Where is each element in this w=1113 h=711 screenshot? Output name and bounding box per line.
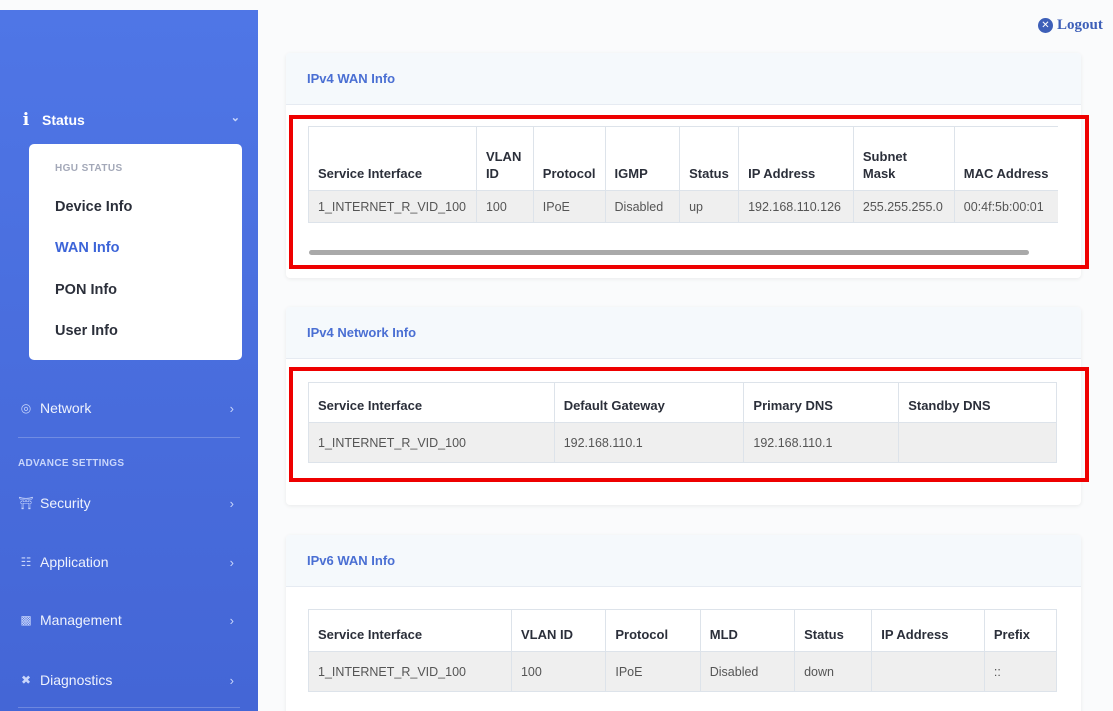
table-cell: 255.255.255.0 [852,190,955,223]
table-cell: 1_INTERNET_R_VID_100 [308,422,555,463]
table-cell: Disabled [699,651,796,692]
col-header: Protocol [532,126,606,191]
sidebar-item-management[interactable]: ▩ Management › [18,608,240,632]
table-cell: 00:4f:5b:00:01 [953,190,1058,223]
table-cell: down [794,651,873,692]
col-header: Status [679,126,740,191]
ipv6-wan-table-wrap: Service Interface VLAN ID Protocol MLD S… [308,609,1058,692]
sidebar-item-security[interactable]: ⛩ Security › [18,491,240,515]
col-header: MLD [699,609,796,652]
logout-label: Logout [1057,17,1103,33]
ipv6-wan-table: Service Interface VLAN ID Protocol MLD S… [308,609,1058,692]
table-cell: IPoE [605,651,701,692]
col-header: IP Address [738,126,854,191]
sidebar-divider [18,707,240,708]
chevron-down-icon: ⌄ [230,112,240,124]
table-cell: up [679,190,740,223]
sidebar-item-user-info[interactable]: User Info [55,323,118,339]
table-cell: :: [983,651,1058,692]
ipv4-network-table-wrap: Service Interface Default Gateway Primar… [308,382,1058,463]
table-row: 1_INTERNET_R_VID_100 192.168.110.1 192.1… [308,422,1057,463]
sidebar: i Status ⌄ HGU STATUS Device Info WAN In… [0,10,258,711]
table-cell [871,651,985,692]
table-cell: Disabled [604,190,681,223]
horizontal-scrollbar[interactable] [309,250,1029,255]
ipv4-network-card: IPv4 Network Info Service Interface Defa… [286,307,1081,505]
table-row: 1_INTERNET_R_VID_100 100 IPoE Disabled u… [308,190,1058,223]
col-header: MAC Address [953,126,1058,191]
sidebar-item-status[interactable]: i Status ⌄ [18,108,240,132]
ipv6-wan-title: IPv6 WAN Info [286,535,1081,587]
table-cell: 100 [475,190,534,223]
sidebar-divider [18,437,240,438]
table-header-row: Service Interface Default Gateway Primar… [308,382,1057,423]
sitemap-icon: ☷ [20,555,32,569]
ipv6-wan-card: IPv6 WAN Info Service Interface VLAN ID … [286,535,1081,711]
sidebar-security-label: Security [40,495,91,511]
table-cell: 1_INTERNET_R_VID_100 [308,651,512,692]
sidebar-item-application[interactable]: ☷ Application › [18,550,240,574]
ipv4-wan-card: IPv4 WAN Info Service Interface VLAN ID P… [286,53,1081,278]
sidebar-diagnostics-label: Diagnostics [40,672,113,688]
table-cell: 192.168.110.126 [738,190,854,223]
col-header: IP Address [871,609,985,652]
sidebar-item-device-info[interactable]: Device Info [55,199,132,215]
ipv4-network-title: IPv4 Network Info [286,307,1081,359]
globe-icon: ◎ [20,401,32,415]
advance-settings-title: ADVANCE SETTINGS [18,458,125,469]
status-submenu: HGU STATUS Device Info WAN Info PON Info… [29,144,242,360]
shield-icon: ⛩ [18,496,34,510]
table-header-row: Service Interface VLAN ID Protocol IGMP S… [308,126,1058,191]
sidebar-management-label: Management [40,612,122,628]
info-icon: i [22,110,30,130]
chevron-right-icon: › [229,400,234,416]
col-header: Service Interface [308,609,512,652]
table-cell [898,422,1057,463]
briefcase-icon: ▩ [20,613,32,627]
table-cell: 192.168.110.1 [553,422,745,463]
table-header-row: Service Interface VLAN ID Protocol MLD S… [308,609,1058,652]
ipv4-wan-title: IPv4 WAN Info [286,53,1081,105]
ipv4-network-table: Service Interface Default Gateway Primar… [308,382,1057,463]
chevron-right-icon: › [229,612,234,628]
ipv4-wan-table-wrap: Service Interface VLAN ID Protocol IGMP S… [308,126,1058,223]
table-cell: 192.168.110.1 [743,422,900,463]
tools-icon: ✖ [20,673,32,687]
table-cell: 100 [510,651,607,692]
ipv4-wan-table: Service Interface VLAN ID Protocol IGMP S… [308,126,1058,223]
sidebar-status-label: Status [42,112,85,128]
col-header: Default Gateway [553,382,745,423]
chevron-right-icon: › [229,672,234,688]
sidebar-application-label: Application [40,554,109,570]
sidebar-item-diagnostics[interactable]: ✖ Diagnostics › [18,668,240,692]
col-header: IGMP [604,126,681,191]
table-cell: IPoE [532,190,606,223]
col-header: Service Interface [308,126,477,191]
logout-button[interactable]: ✕ Logout [1038,17,1103,34]
col-header: Prefix [983,609,1058,652]
hgu-status-title: HGU STATUS [55,163,123,174]
col-header: Service Interface [308,382,555,423]
col-header: VLAN ID [510,609,607,652]
sidebar-network-label: Network [40,400,92,416]
chevron-right-icon: › [229,495,234,511]
col-header: Protocol [605,609,701,652]
table-cell: 1_INTERNET_R_VID_100 [308,190,477,223]
col-header: Status [794,609,873,652]
sidebar-item-wan-info[interactable]: WAN Info [55,240,119,256]
chevron-right-icon: › [229,554,234,570]
sidebar-item-pon-info[interactable]: PON Info [55,282,117,298]
sidebar-item-network[interactable]: ◎ Network › [18,396,240,420]
col-header: Subnet Mask [852,126,955,191]
col-header: Primary DNS [743,382,900,423]
col-header: Standby DNS [898,382,1057,423]
col-header: VLAN ID [475,126,534,191]
table-row: 1_INTERNET_R_VID_100 100 IPoE Disabled d… [308,651,1058,692]
close-circle-icon: ✕ [1038,18,1053,33]
